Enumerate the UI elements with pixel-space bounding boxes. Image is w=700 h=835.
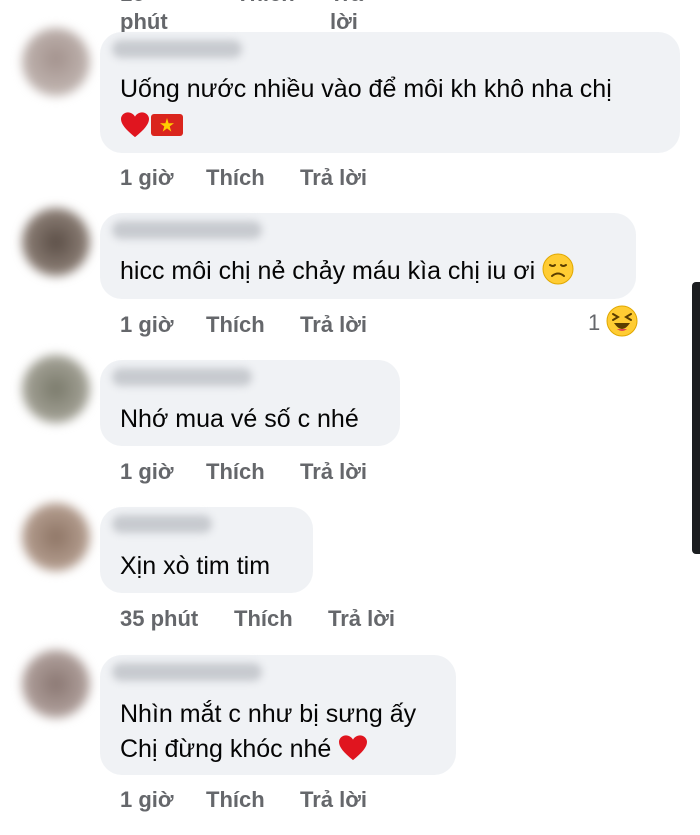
comment-text-content: hicc môi chị nẻ chảy máu kìa chị iu ơi: [120, 257, 536, 285]
comment-bubble: hicc môi chị nẻ chảy máu kìa chị iu ơi: [100, 213, 636, 299]
commenter-name[interactable]: [112, 40, 242, 58]
comment-text-line2: Chị đừng khóc nhé: [120, 732, 368, 766]
vietnam-flag-icon: [151, 114, 183, 137]
avatar[interactable]: [22, 28, 90, 96]
red-heart-icon: [339, 735, 368, 761]
comment-bubble: Xịn xò tim tim: [100, 507, 313, 593]
comment-text: Nhìn mắt c như bị sưng ấy: [120, 700, 417, 728]
comment-bubble: Nhìn mắt c như bị sưng ấy Chị đừng khóc …: [100, 655, 456, 775]
comment-time[interactable]: 1 giờ: [120, 164, 174, 192]
avatar[interactable]: [22, 355, 90, 423]
reply-button[interactable]: Trả lời: [328, 605, 395, 633]
like-button[interactable]: Thích: [236, 0, 295, 8]
commenter-name[interactable]: [112, 221, 262, 239]
reply-button[interactable]: Trả lời: [300, 786, 367, 814]
laughing-face-icon: [606, 305, 638, 337]
red-heart-icon: [121, 112, 149, 138]
comment-text: hicc môi chị nẻ chảy máu kìa chị iu ơi: [120, 253, 574, 288]
avatar[interactable]: [22, 650, 90, 718]
reply-button[interactable]: Trả lời: [300, 164, 367, 192]
commenter-name[interactable]: [112, 368, 252, 386]
comment-bubble: Uống nước nhiều vào để môi kh khô nha ch…: [100, 32, 680, 153]
disappointed-face-icon: [542, 253, 574, 285]
comment-bubble: Nhớ mua vé số c nhé: [100, 360, 400, 446]
like-button[interactable]: Thích: [206, 458, 265, 486]
comment-emoji-row: [120, 109, 184, 143]
reply-button[interactable]: Trả lời: [300, 458, 367, 486]
comment-time[interactable]: 1 giờ: [120, 786, 174, 814]
reply-button[interactable]: Trả lời: [330, 0, 363, 36]
comment-text: Uống nước nhiều vào để môi kh khô nha ch…: [120, 75, 612, 103]
reaction-summary[interactable]: 1: [588, 305, 638, 340]
reply-button[interactable]: Trả lời: [300, 311, 367, 339]
commenter-name[interactable]: [112, 663, 262, 681]
comment-text-content: Chị đừng khóc nhé: [120, 735, 332, 763]
commenter-name[interactable]: [112, 515, 212, 533]
reaction-count: 1: [588, 310, 601, 335]
comment-time[interactable]: 1 giờ: [120, 311, 174, 339]
comment-time[interactable]: 1 giờ: [120, 458, 174, 486]
comment-text: Xịn xò tim tim: [120, 552, 271, 580]
scrollbar[interactable]: [692, 282, 700, 554]
comment-text: Nhớ mua vé số c nhé: [120, 405, 359, 433]
like-button[interactable]: Thích: [234, 605, 293, 633]
avatar[interactable]: [22, 208, 90, 276]
like-button[interactable]: Thích: [206, 786, 265, 814]
like-button[interactable]: Thích: [206, 164, 265, 192]
avatar[interactable]: [22, 503, 90, 571]
comment-time[interactable]: 35 phút: [120, 605, 198, 633]
comment-time: 16 phút: [120, 0, 168, 34]
like-button[interactable]: Thích: [206, 311, 265, 339]
